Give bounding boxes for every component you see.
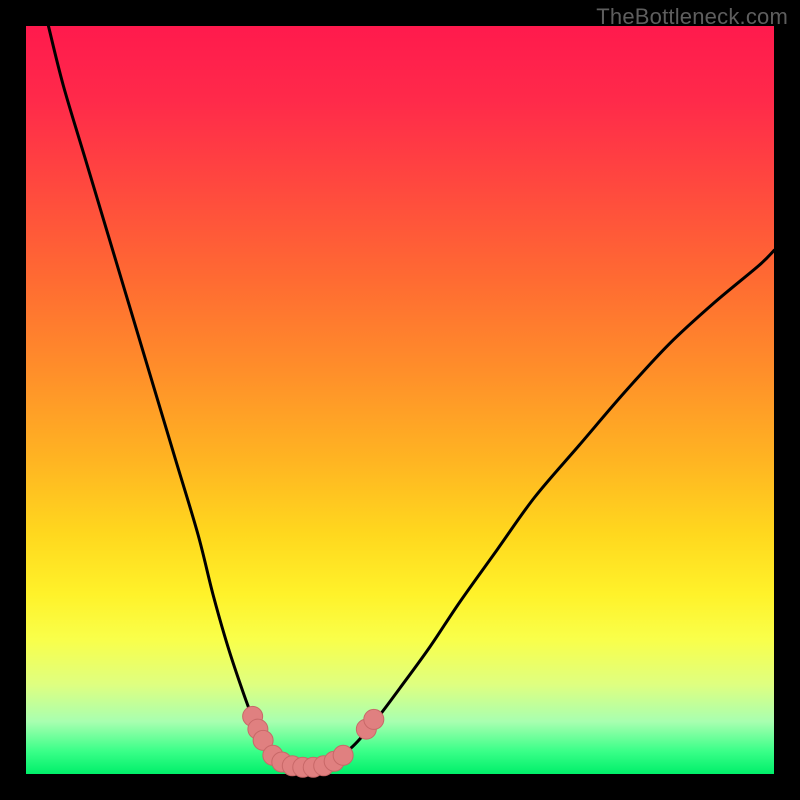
bottleneck-curve-svg xyxy=(26,26,774,774)
chart-plot-area xyxy=(26,26,774,774)
valley-markers-group xyxy=(243,706,384,777)
valley-marker xyxy=(364,709,384,729)
valley-marker xyxy=(333,745,353,765)
bottleneck-curve xyxy=(48,26,774,767)
outer-frame: TheBottleneck.com xyxy=(0,0,800,800)
